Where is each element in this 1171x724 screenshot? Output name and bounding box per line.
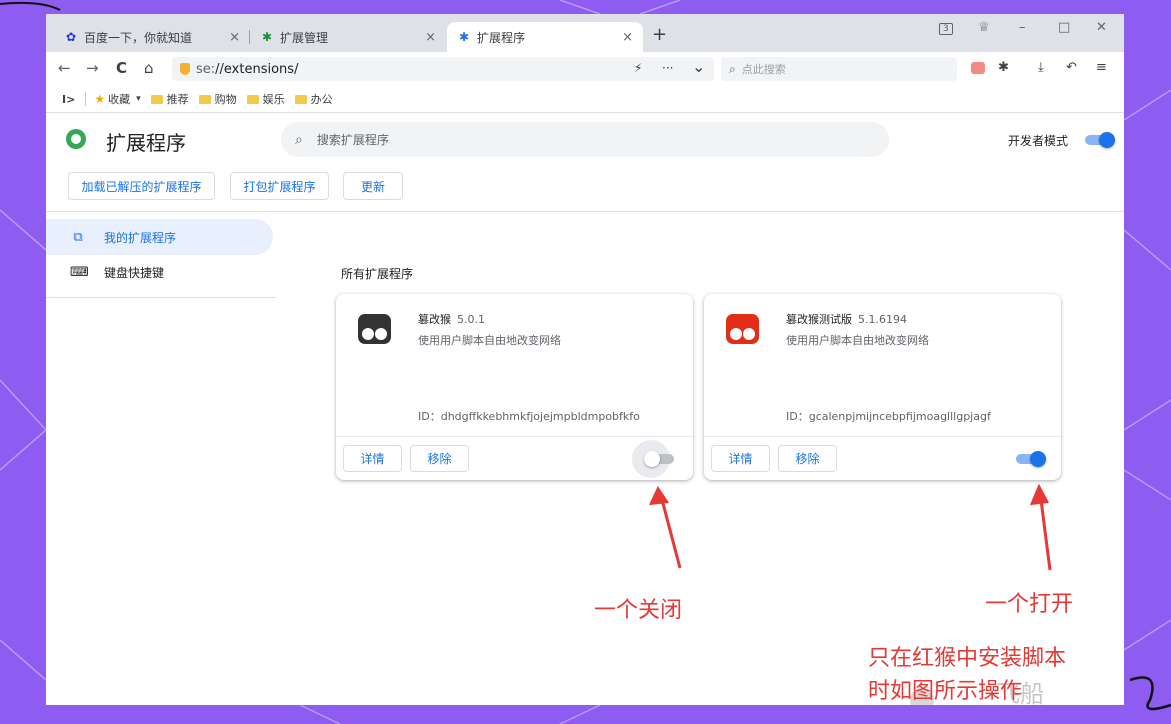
page-title: 扩展程序: [106, 131, 186, 155]
annotation-on-label: 一个打开: [985, 592, 1074, 617]
extensions-logo-icon: [66, 129, 86, 149]
sidebar-toggle-icon[interactable]: I>: [62, 93, 75, 106]
pack-extension-button[interactable]: 打包扩展程序: [230, 172, 329, 200]
toggle-knob: [1099, 132, 1115, 148]
divider: [704, 436, 1061, 437]
minimize-button[interactable]: –: [1019, 20, 1026, 35]
toggle-knob: [1030, 451, 1046, 467]
tampermonkey-icon: [358, 314, 391, 344]
tampermonkey-beta-icon: [726, 314, 759, 344]
puzzle-outline-icon: ⧉: [73, 229, 83, 245]
search-icon: ⌕: [295, 131, 303, 148]
remove-button[interactable]: 移除: [410, 445, 469, 472]
close-tab-icon[interactable]: ×: [425, 30, 436, 45]
extension-name: 篡改猴 5.0.1: [418, 313, 485, 326]
section-title: 所有扩展程序: [341, 267, 414, 281]
search-icon: ⌕: [729, 61, 736, 76]
tab-count-icon[interactable]: 3: [939, 23, 953, 35]
forward-button[interactable]: →: [86, 59, 99, 77]
puzzle-icon: ✱: [458, 30, 470, 44]
baidu-icon: ✿: [65, 30, 77, 44]
folder-icon: [150, 94, 163, 104]
bookmark-folder-recommend[interactable]: 推荐: [150, 91, 189, 107]
details-button[interactable]: 详情: [343, 445, 402, 472]
annotation-note-line1: 只在红猴中安装脚本: [868, 646, 1067, 671]
annotation-note-line2: 时如图所示操作: [868, 679, 1023, 704]
tab-extension-manager[interactable]: ✱ 扩展管理 ×: [250, 22, 446, 52]
home-button[interactable]: ⌂: [144, 59, 154, 77]
details-button[interactable]: 详情: [711, 445, 770, 472]
menu-icon[interactable]: ≡: [1096, 60, 1107, 75]
toggle-knob: [644, 451, 660, 467]
close-window-button[interactable]: ✕: [1096, 20, 1107, 35]
folder-icon: [246, 94, 259, 104]
flash-icon[interactable]: ⚡: [634, 61, 642, 75]
search-placeholder: 点此搜索: [741, 63, 786, 76]
toolbar: ← → C ⌂ se://extensions/ ⚡ ··· ⌄ ⌕ 点此搜索 …: [46, 52, 1124, 86]
download-icon[interactable]: ⤓: [1038, 60, 1044, 75]
extension-card-tampermonkey-beta: 篡改猴测试版 5.1.6194 使用用户脚本自由地改变网络 ID：gcalenpj…: [704, 294, 1061, 480]
extension-card-tampermonkey: 篡改猴 5.0.1 使用用户脚本自由地改变网络 ID：dhdgffkkebhmkf…: [336, 294, 693, 480]
search-engine-box[interactable]: ⌕ 点此搜索: [721, 57, 957, 81]
puzzle-icon: ✱: [261, 30, 273, 44]
tab-baidu[interactable]: ✿ 百度一下，你就知道 ×: [54, 22, 250, 52]
divider: [336, 436, 693, 437]
extension-id: ID：gcalenpjmijncebpfijmoaglllgpjagf: [786, 410, 991, 423]
bookmarks-bar: I> ★ 收藏 ▾ 推荐 购物 娱乐 办公: [46, 86, 1124, 112]
url-text: se://extensions/: [196, 61, 299, 77]
sidebar-item-keyboard-shortcuts[interactable]: ⌨ 键盘快捷键: [46, 254, 164, 290]
divider: [46, 112, 1124, 113]
close-tab-icon[interactable]: ×: [622, 30, 633, 45]
close-tab-icon[interactable]: ×: [229, 30, 240, 45]
tab-extensions[interactable]: ✱ 扩展程序 ×: [447, 22, 643, 52]
sidebar-item-my-extensions[interactable]: ⧉ 我的扩展程序: [46, 219, 273, 255]
maximize-button[interactable]: □: [1058, 20, 1070, 35]
extensions-icon[interactable]: ✱: [998, 60, 1009, 75]
more-icon[interactable]: ···: [662, 61, 673, 75]
tab-label: 扩展管理: [280, 30, 329, 45]
extension-description: 使用用户脚本自由地改变网络: [786, 334, 929, 347]
enable-toggle[interactable]: [1016, 451, 1046, 467]
search-placeholder: 搜索扩展程序: [316, 133, 389, 147]
sidebar-item-label: 键盘快捷键: [104, 265, 165, 280]
bookmark-folder-office[interactable]: 办公: [294, 91, 333, 107]
tab-strip: ✿ 百度一下，你就知道 × ✱ 扩展管理 × ✱ 扩展程序 × + 3 ♕ – …: [46, 14, 1124, 52]
bookmark-folder-entertainment[interactable]: 娱乐: [246, 91, 285, 107]
enable-toggle[interactable]: [644, 451, 674, 467]
undo-icon[interactable]: ↶: [1066, 60, 1077, 75]
star-icon: ★: [94, 92, 106, 106]
annotation-off-label: 一个关闭: [594, 598, 683, 623]
developer-mode-label: 开发者模式: [1008, 134, 1069, 148]
divider: [46, 211, 1124, 212]
shield-icon: [180, 63, 190, 75]
keyboard-icon: ⌨: [70, 264, 89, 280]
sidebar-item-label: 我的扩展程序: [104, 230, 177, 245]
bookmark-folder-shopping[interactable]: 购物: [198, 91, 237, 107]
chevron-down-icon[interactable]: ⌄: [692, 57, 705, 76]
extension-description: 使用用户脚本自由地改变网络: [418, 334, 561, 347]
remove-button[interactable]: 移除: [778, 445, 837, 472]
divider: [85, 92, 87, 106]
folder-icon: [198, 94, 211, 104]
extension-name: 篡改猴测试版 5.1.6194: [786, 313, 907, 326]
divider: [46, 297, 276, 298]
load-unpacked-button[interactable]: 加载已解压的扩展程序: [68, 172, 215, 200]
developer-mode-toggle[interactable]: [1085, 132, 1115, 148]
skin-icon[interactable]: ♕: [978, 20, 990, 35]
new-tab-button[interactable]: +: [652, 24, 667, 45]
tab-label: 百度一下，你就知道: [84, 30, 193, 45]
extension-id: ID：dhdgffkkebhmkfjojejmpbldmpobfkfo: [418, 410, 640, 423]
back-button[interactable]: ←: [58, 59, 71, 77]
bookmark-favorites[interactable]: ★ 收藏 ▾: [94, 91, 140, 107]
reload-button[interactable]: C: [116, 59, 127, 77]
extensions-search-input[interactable]: ⌕ 搜索扩展程序: [281, 122, 889, 157]
tampermonkey-icon[interactable]: [971, 62, 985, 74]
address-bar[interactable]: se://extensions/ ⚡ ··· ⌄: [172, 57, 714, 81]
folder-icon: [294, 94, 307, 104]
tab-label: 扩展程序: [477, 30, 526, 45]
update-button[interactable]: 更新: [343, 172, 403, 200]
browser-window: ✿ 百度一下，你就知道 × ✱ 扩展管理 × ✱ 扩展程序 × + 3 ♕ – …: [46, 14, 1124, 705]
